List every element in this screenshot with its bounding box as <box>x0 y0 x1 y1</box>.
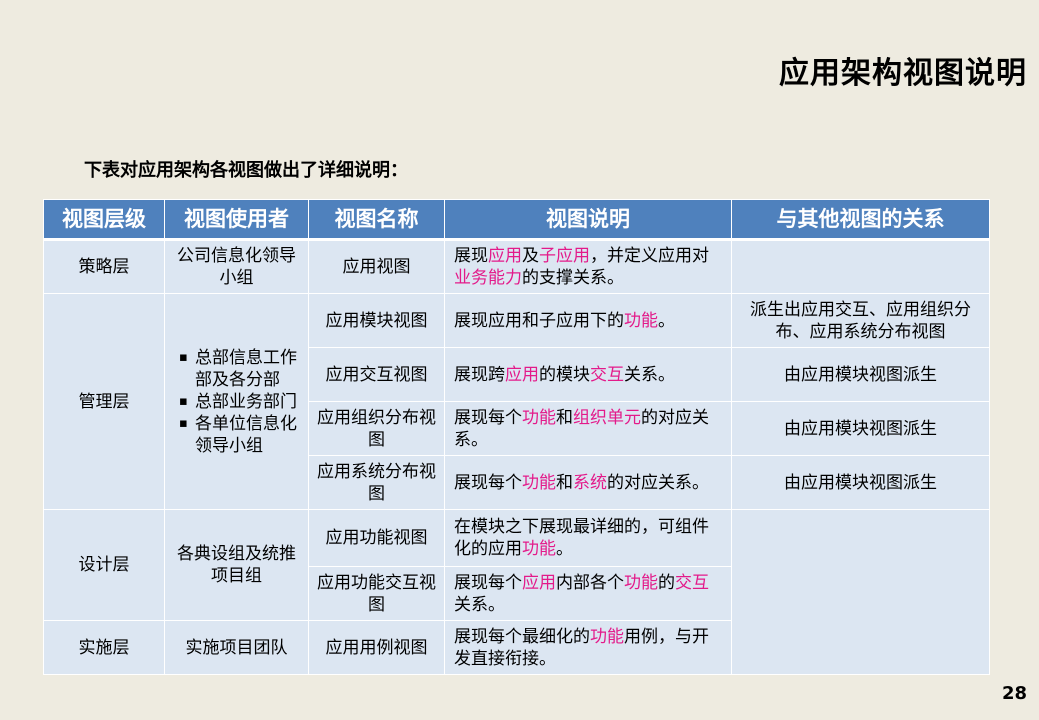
page-title: 应用架构视图说明 <box>779 56 1027 91</box>
relation-cell: 由应用模块视图派生 <box>731 347 990 402</box>
table-header-row: 视图层级 视图使用者 视图名称 视图说明 与其他视图的关系 <box>43 199 990 241</box>
level-cell: 策略层 <box>43 239 165 294</box>
view-description-cell: 展现每个功能和系统的对应关系。 <box>444 455 732 510</box>
intro-text: 下表对应用架构各视图做出了详细说明： <box>84 160 408 181</box>
relation-cell <box>731 509 990 675</box>
user-list: 总部信息工作部及各分部 总部业务部门 各单位信息化领导小组 <box>171 347 302 457</box>
view-description-cell: 展现应用及子应用，并定义应用对业务能力的支撑关系。 <box>444 239 732 294</box>
highlight-term: 组织单元 <box>573 407 641 428</box>
description-text: 的模块 <box>539 364 590 385</box>
relation-cell: 由应用模块视图派生 <box>731 401 990 456</box>
description-text: 的对应关系。 <box>607 472 709 493</box>
user-cell: 实施项目团队 <box>164 620 309 675</box>
relation-cell <box>731 239 990 294</box>
description-text: 关系。 <box>624 364 675 385</box>
table-row: 设计层 各典设组及统推项目组 应用功能视图 在模块之下展现最详细的，可组件化的应… <box>43 509 990 675</box>
description-text: 关系。 <box>454 594 505 615</box>
header-relation: 与其他视图的关系 <box>731 199 990 241</box>
view-name-cell: 应用模块视图 <box>308 293 445 348</box>
header-view-level: 视图层级 <box>43 199 165 241</box>
description-text: 和 <box>556 472 573 493</box>
relation-cell: 派生出应用交互、应用组织分布、应用系统分布视图 <box>731 293 990 348</box>
view-name-cell: 应用视图 <box>308 239 445 294</box>
highlight-term: 功能 <box>522 539 556 559</box>
highlight-term: 功能 <box>624 572 658 593</box>
description-text: 。 <box>658 310 675 331</box>
list-item: 总部信息工作部及各分部 <box>179 347 302 391</box>
level-cell: 设计层 <box>43 509 165 621</box>
description-text: 展现每个 <box>454 407 522 428</box>
highlight-term: 应用 <box>488 246 522 266</box>
description-text: 在模块之下展现最详细的，可组件化的应用 <box>454 517 709 559</box>
view-name-cell: 应用组织分布视图 <box>308 401 445 456</box>
view-name-cell: 应用功能视图 <box>308 509 445 567</box>
description-text: 展现跨 <box>454 364 505 385</box>
highlight-term: 交互 <box>590 364 624 385</box>
highlight-term: 交互 <box>675 572 709 593</box>
description-text: 展现每个 <box>454 472 522 493</box>
level-cell: 实施层 <box>43 620 165 675</box>
description-text: 展现应用和子应用下的 <box>454 310 624 331</box>
view-description-cell: 在模块之下展现最详细的，可组件化的应用功能。 <box>444 509 732 567</box>
view-description-cell: 展现每个最细化的功能用例，与开发直接衔接。 <box>444 620 732 675</box>
view-description-cell: 展现每个应用内部各个功能的交互关系。 <box>444 566 732 621</box>
header-view-description: 视图说明 <box>444 199 732 241</box>
view-name-cell: 应用用例视图 <box>308 620 445 675</box>
description-text: 展现每个 <box>454 572 522 593</box>
description-text: 展现每个最细化的 <box>454 626 590 647</box>
highlight-term: 应用 <box>522 572 556 593</box>
list-item: 各单位信息化领导小组 <box>179 413 302 457</box>
view-description-cell: 展现应用和子应用下的功能。 <box>444 293 732 348</box>
description-text: 内部各个 <box>556 572 624 593</box>
header-view-name: 视图名称 <box>308 199 445 241</box>
description-text: 的支撑关系。 <box>522 268 624 288</box>
highlight-term: 系统 <box>573 472 607 493</box>
highlight-term: 功能 <box>522 407 556 428</box>
highlight-term: 功能 <box>624 310 658 331</box>
description-text: 的 <box>658 572 675 593</box>
view-name-cell: 应用交互视图 <box>308 347 445 402</box>
level-cell: 管理层 <box>43 293 165 510</box>
user-cell: 各典设组及统推项目组 <box>164 509 309 621</box>
highlight-term: 功能 <box>590 626 624 647</box>
header-view-user: 视图使用者 <box>164 199 309 241</box>
description-text: 。 <box>556 539 573 559</box>
view-description-cell: 展现跨应用的模块交互关系。 <box>444 347 732 402</box>
highlight-term: 子应用 <box>539 246 590 266</box>
user-cell: 公司信息化领导小组 <box>164 239 309 294</box>
view-description-table: 视图层级 视图使用者 视图名称 视图说明 与其他视图的关系 策略层 公司信息化领… <box>43 199 990 675</box>
view-name-cell: 应用系统分布视图 <box>308 455 445 510</box>
table-row: 管理层 总部信息工作部及各分部 总部业务部门 各单位信息化领导小组 应用模块视图… <box>43 293 990 510</box>
description-text: 和 <box>556 407 573 428</box>
relation-cell: 由应用模块视图派生 <box>731 455 990 510</box>
description-text: 展现 <box>454 246 488 266</box>
list-item: 总部业务部门 <box>179 391 302 413</box>
highlight-term: 业务能力 <box>454 268 522 288</box>
page-number: 28 <box>1001 683 1027 704</box>
view-name-cell: 应用功能交互视图 <box>308 566 445 621</box>
table-row: 策略层 公司信息化领导小组 应用视图 展现应用及子应用，并定义应用对业务能力的支… <box>43 239 990 294</box>
user-cell: 总部信息工作部及各分部 总部业务部门 各单位信息化领导小组 <box>164 293 309 510</box>
highlight-term: 功能 <box>522 472 556 493</box>
highlight-term: 应用 <box>505 364 539 385</box>
description-text: 及 <box>522 246 539 266</box>
description-text: ，并定义应用对 <box>590 246 709 266</box>
view-description-cell: 展现每个功能和组织单元的对应关系。 <box>444 401 732 456</box>
